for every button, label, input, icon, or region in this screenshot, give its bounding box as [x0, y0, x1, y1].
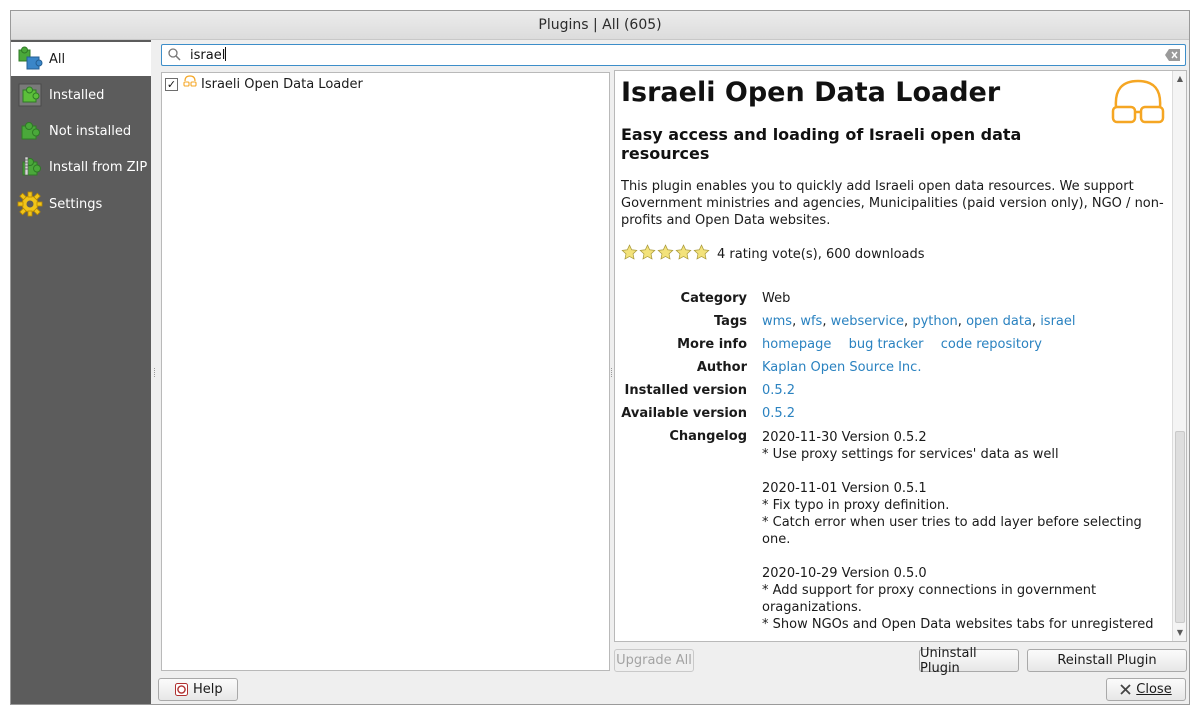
- code-repository-link[interactable]: code repository: [941, 337, 1042, 352]
- plugin-enabled-checkbox[interactable]: ✓: [165, 77, 178, 91]
- puzzle-installed-icon: [15, 81, 45, 109]
- plugin-subtitle: Easy access and loading of Israeli open …: [621, 125, 1022, 163]
- plugin-title: Israeli Open Data Loader: [621, 77, 1001, 108]
- installed-version-value[interactable]: 0.5.2: [762, 383, 1162, 398]
- plugin-name: Israeli Open Data Loader: [201, 76, 363, 92]
- tag-link[interactable]: webservice: [831, 314, 904, 329]
- plugin-list: ✓ Israeli Open Data Loader: [161, 72, 610, 671]
- help-button[interactable]: Help: [158, 678, 238, 701]
- info-row-author: Author Kaplan Open Source Inc.: [621, 360, 1169, 378]
- available-version-value[interactable]: 0.5.2: [762, 406, 1162, 421]
- sidebar-item-label: Installed: [49, 87, 105, 103]
- info-label: More info: [677, 337, 747, 352]
- rating-text: 4 rating vote(s), 600 downloads: [717, 247, 925, 262]
- info-label: Tags: [713, 314, 747, 329]
- info-row-more-info: More info homepage bug tracker code repo…: [621, 337, 1169, 355]
- category-value: Web: [762, 291, 791, 306]
- puzzle-not-installed-icon: [15, 117, 45, 145]
- sidebar: All Installed Not installed Install from…: [11, 40, 151, 704]
- star-icon: [693, 244, 711, 265]
- sidebar-item-all[interactable]: All: [11, 42, 151, 76]
- info-row-tags: Tags wms, wfs, webservice, python, open …: [621, 314, 1169, 332]
- search-value: israel: [190, 48, 226, 63]
- close-icon: [1120, 684, 1131, 695]
- sidebar-item-label: Install from ZIP: [49, 159, 148, 175]
- scrollbar-thumb[interactable]: [1175, 431, 1185, 623]
- info-label: Available version: [621, 406, 747, 421]
- tag-separator: ,: [822, 314, 831, 329]
- list-item[interactable]: ✓ Israeli Open Data Loader: [164, 75, 363, 93]
- plugin-logo-glasses-icon: [1110, 77, 1166, 133]
- tags-value: wms, wfs, webservice, python, open data,…: [762, 314, 1162, 329]
- sidebar-splitter[interactable]: [154, 368, 157, 377]
- info-label: Category: [680, 291, 747, 306]
- tag-link[interactable]: israel: [1040, 314, 1075, 329]
- puzzle-all-icon: [15, 45, 45, 73]
- author-link[interactable]: Kaplan Open Source Inc.: [762, 360, 1162, 375]
- reinstall-plugin-button[interactable]: Reinstall Plugin: [1027, 649, 1187, 672]
- info-row-installed-version: Installed version 0.5.2: [621, 383, 1169, 401]
- tag-link[interactable]: python: [912, 314, 957, 329]
- search-input[interactable]: israel: [161, 44, 1186, 66]
- star-icon: [639, 244, 657, 265]
- close-button[interactable]: Close: [1106, 678, 1186, 701]
- star-icon: [657, 244, 675, 265]
- help-label: Help: [193, 682, 223, 697]
- plugin-details: Israeli Open Data Loader Easy access and…: [614, 70, 1187, 642]
- info-row-available-version: Available version 0.5.2: [621, 406, 1169, 424]
- tag-separator: ,: [1031, 314, 1041, 329]
- tag-link[interactable]: open data: [966, 314, 1032, 329]
- close-label: Close: [1136, 682, 1172, 697]
- tag-separator: ,: [957, 314, 967, 329]
- scroll-up-icon[interactable]: ▲: [1175, 74, 1185, 84]
- sidebar-item-installed[interactable]: Installed: [11, 78, 151, 112]
- zip-puzzle-icon: [15, 153, 45, 181]
- info-label: Author: [696, 360, 747, 375]
- rating-stars: [621, 244, 711, 265]
- homepage-link[interactable]: homepage: [762, 337, 831, 352]
- plugin-glasses-icon: [183, 75, 197, 93]
- info-row-category: Category Web: [621, 291, 1169, 309]
- uninstall-plugin-button[interactable]: Uninstall Plugin: [919, 646, 1019, 676]
- gear-icon: [15, 190, 45, 218]
- info-label: Changelog: [669, 429, 747, 444]
- scroll-down-icon[interactable]: ▼: [1175, 628, 1185, 638]
- clear-search-icon[interactable]: [1165, 49, 1180, 65]
- plugins-dialog: Plugins | All (605) All Installed Not in…: [10, 10, 1190, 705]
- info-row-changelog: Changelog 2020-11-30 Version 0.5.2 * Use…: [621, 429, 1169, 641]
- upgrade-all-button[interactable]: Upgrade All: [614, 649, 694, 672]
- star-icon: [675, 244, 693, 265]
- tag-link[interactable]: wfs: [800, 314, 822, 329]
- sidebar-item-label: All: [49, 51, 66, 67]
- help-icon: [175, 683, 188, 696]
- changelog-text: 2020-11-30 Version 0.5.2 * Use proxy set…: [762, 430, 1154, 632]
- star-icon: [621, 244, 639, 265]
- tag-link[interactable]: wms: [762, 314, 792, 329]
- bug-tracker-link[interactable]: bug tracker: [849, 337, 924, 352]
- window-title: Plugins | All (605): [11, 11, 1189, 40]
- plugin-rating: 4 rating vote(s), 600 downloads: [621, 244, 1169, 265]
- sidebar-item-not-installed[interactable]: Not installed: [11, 114, 151, 148]
- sidebar-item-label: Settings: [49, 196, 103, 212]
- info-label: Installed version: [624, 383, 747, 398]
- search-icon: [168, 48, 181, 65]
- sidebar-item-install-from-zip[interactable]: Install from ZIP: [11, 150, 151, 184]
- sidebar-item-label: Not installed: [49, 123, 132, 139]
- sidebar-item-settings[interactable]: Settings: [11, 187, 151, 221]
- detail-scrollbar[interactable]: ▲ ▼: [1172, 71, 1186, 641]
- plugin-description: This plugin enables you to quickly add I…: [621, 179, 1164, 228]
